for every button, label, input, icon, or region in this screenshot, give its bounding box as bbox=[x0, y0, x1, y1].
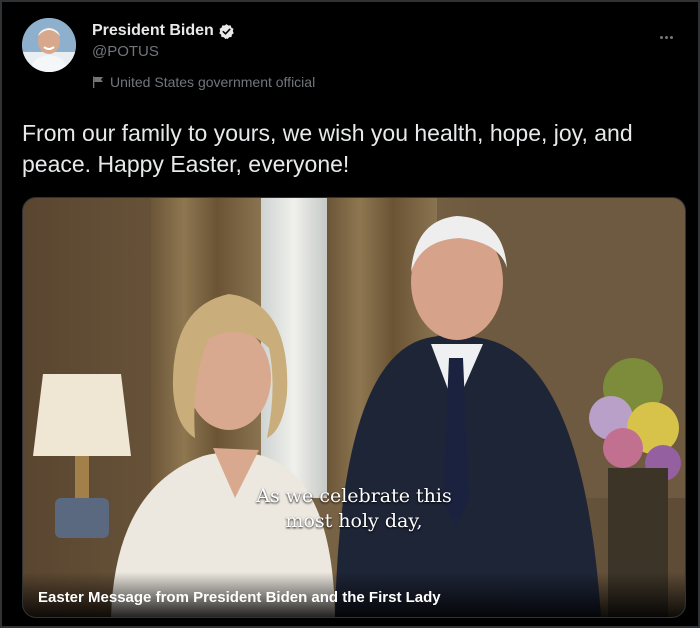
video-frame bbox=[23, 198, 685, 617]
subtitle-line-2: most holy day, bbox=[285, 510, 423, 532]
government-label: United States government official bbox=[92, 74, 315, 90]
flag-icon bbox=[93, 76, 103, 88]
avatar[interactable] bbox=[22, 18, 76, 72]
government-label-text: United States government official bbox=[110, 74, 316, 90]
video-title: Easter Message from President Biden and … bbox=[38, 589, 441, 606]
display-name[interactable]: President Biden bbox=[92, 22, 214, 40]
tweet-card: President Biden @POTUS United States gov… bbox=[0, 0, 700, 628]
video-subtitle: As we celebrate this most holy day, bbox=[23, 484, 685, 534]
subtitle-line-1: As we celebrate this bbox=[256, 485, 452, 507]
tweet-text: From our family to yours, we wish you he… bbox=[22, 120, 633, 177]
avatar-portrait-icon bbox=[22, 18, 76, 72]
more-options-icon[interactable] bbox=[660, 26, 680, 39]
handle[interactable]: @POTUS bbox=[92, 43, 235, 60]
verified-badge-icon bbox=[219, 23, 234, 39]
video-player[interactable]: As we celebrate this most holy day, East… bbox=[22, 197, 686, 618]
author-names: President Biden @POTUS bbox=[92, 22, 235, 60]
video-title-bar: Easter Message from President Biden and … bbox=[23, 572, 685, 617]
tweet-header: President Biden @POTUS United States gov… bbox=[22, 18, 684, 90]
